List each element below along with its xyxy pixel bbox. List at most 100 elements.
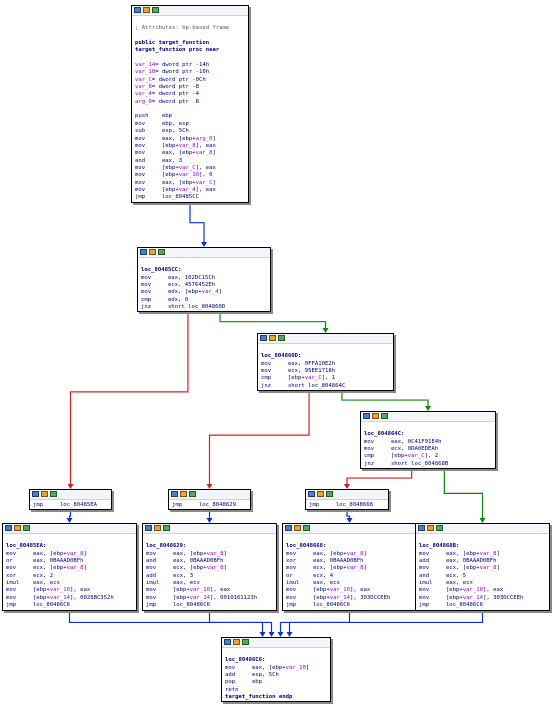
code-label[interactable]: loc_80485CC: <box>141 267 181 273</box>
block-title-bar[interactable] <box>138 248 270 258</box>
xref-icon[interactable] <box>303 525 310 531</box>
xref-icon[interactable] <box>23 525 30 531</box>
graph-icon[interactable] <box>224 639 231 645</box>
graph-icon[interactable] <box>418 525 425 531</box>
code-block-jmp-80485ea[interactable]: jmp loc_80485EA <box>29 489 112 511</box>
code-text: mov eax, 0C41F91E4h <box>364 438 442 445</box>
code-line: mov [ebp+var_14], 303DCCEEh <box>286 595 413 602</box>
graph-icon[interactable] <box>285 525 292 531</box>
graph-icon[interactable] <box>134 7 141 13</box>
block-title-bar[interactable] <box>222 638 330 648</box>
code-line: push ebp <box>135 113 245 120</box>
edit-icon[interactable] <box>427 525 434 531</box>
xref-icon[interactable] <box>152 7 159 13</box>
edge-uncond-loc_804868b-to-loc_80486c6[interactable] <box>288 610 484 634</box>
code-line: loc_80486C6: <box>225 657 327 664</box>
edit-icon[interactable] <box>233 639 240 645</box>
xref-icon[interactable] <box>326 491 333 497</box>
code-line: mov eax, [ebp+var_8] <box>286 551 413 558</box>
xref-icon[interactable] <box>189 491 196 497</box>
block-title-bar[interactable] <box>30 490 111 500</box>
graph-icon[interactable] <box>140 249 147 255</box>
edit-icon[interactable] <box>14 525 21 531</box>
code-var: var_10 <box>135 69 156 76</box>
code-line: or eax, 0BAAAD0BFh <box>6 558 133 565</box>
edit-icon[interactable] <box>180 491 187 497</box>
code-label[interactable]: loc_804860D: <box>261 353 301 359</box>
graph-icon[interactable] <box>260 335 267 341</box>
xref-icon[interactable] <box>50 491 57 497</box>
edge-uncond-loc_80485ea-to-loc_80486c6[interactable] <box>68 610 264 634</box>
code-label[interactable]: loc_8048629: <box>146 543 186 549</box>
graph-icon[interactable] <box>5 525 12 531</box>
block-title-bar[interactable] <box>258 334 393 344</box>
edge-true-loc_80485cc-to-loc_804860d[interactable] <box>219 312 327 329</box>
code-line: loc_804868B: <box>419 543 546 550</box>
block-title-bar[interactable] <box>283 524 416 534</box>
code-label[interactable]: loc_80485EA: <box>6 543 46 549</box>
xref-icon[interactable] <box>278 335 285 341</box>
block-title-bar[interactable] <box>416 524 549 534</box>
code-line: mov eax, [ebp+var_8] <box>146 551 273 558</box>
xref-icon[interactable] <box>381 413 388 419</box>
code-block-jmp-8048668[interactable]: jmp loc_8048668 <box>305 489 389 511</box>
edit-icon[interactable] <box>269 335 276 341</box>
block-title-bar[interactable] <box>143 524 276 534</box>
code-block-loc-8048668[interactable]: loc_8048668: mov eax, [ebp+var_8] xor eax,… <box>282 523 417 611</box>
code-block-loc-804868b[interactable]: loc_804868B: mov eax, [ebp+var_8] add eax,… <box>415 523 550 611</box>
code-block-loc-8048629[interactable]: loc_8048629: mov eax, [ebp+var_8] and eax,… <box>142 523 277 611</box>
code-block-loc-80485ea[interactable]: loc_80485EA: mov eax, [ebp+var_8] or eax, … <box>2 523 137 611</box>
code-block-loc-80485cc[interactable]: loc_80485CC: mov eax, 102DC15Ch mov ecx, 4… <box>137 247 271 313</box>
xref-icon[interactable] <box>242 639 249 645</box>
code-label[interactable]: loc_8048668: <box>286 543 326 549</box>
code-block-loc-804864c[interactable]: loc_804864C: mov eax, 0C41F91E4h mov ecx, … <box>360 411 496 470</box>
block-title-bar[interactable] <box>132 6 248 16</box>
edge-false-loc_80485cc-to-jmp_80485ea[interactable] <box>69 312 189 485</box>
code-block-loc-80486c6[interactable]: loc_80486C6: mov eax, [ebp+var_10] add esp… <box>221 637 331 703</box>
block-title-bar[interactable] <box>361 412 495 422</box>
edge-uncond-loc_8048668-to-loc_80486c6[interactable] <box>279 610 351 634</box>
code-text: mov eax, [ebp+ <box>135 150 196 157</box>
edge-true-loc_804860d-to-loc_804864c[interactable] <box>341 391 429 407</box>
code-label[interactable]: target_function endp <box>225 694 292 700</box>
code-label[interactable]: loc_80486C6: <box>225 657 265 663</box>
code-label[interactable]: loc_804864C: <box>364 431 404 437</box>
xref-icon[interactable] <box>158 249 165 255</box>
code-var: var_14 <box>49 594 70 601</box>
code-line: or ecx, 4 <box>286 573 413 580</box>
edit-icon[interactable] <box>149 249 156 255</box>
code-label[interactable]: target_function proc near <box>135 47 219 53</box>
code-text: add esp, 5Ch <box>225 672 279 679</box>
edge-false-loc_804864c-to-jmp_8048668[interactable] <box>346 469 413 485</box>
graph-icon[interactable] <box>308 491 315 497</box>
block-title-bar[interactable] <box>306 490 388 500</box>
edge-uncond-entry-to-loc_80485cc[interactable] <box>189 202 205 243</box>
edge-true-loc_804864c-to-loc_804868b[interactable] <box>443 469 484 519</box>
code-block-entry[interactable]: ; Attributes: bp-based frame public targe… <box>131 5 249 203</box>
block-title-bar[interactable] <box>169 490 250 500</box>
edge-uncond-jmp_80485ea-to-loc_80485ea[interactable] <box>68 510 72 519</box>
code-text: ] <box>212 150 216 157</box>
graph-icon[interactable] <box>171 491 178 497</box>
edit-icon[interactable] <box>294 525 301 531</box>
block-title-bar[interactable] <box>3 524 136 534</box>
code-text: xor ecx, 2 <box>6 572 54 579</box>
graph-icon[interactable] <box>145 525 152 531</box>
code-block-jmp-8048629[interactable]: jmp loc_8048629 <box>168 489 251 511</box>
code-block-loc-804860d[interactable]: loc_804860D: mov eax, 0FFA10E2h mov ecx, 9… <box>257 333 394 392</box>
edit-icon[interactable] <box>41 491 48 497</box>
graph-icon[interactable] <box>363 413 370 419</box>
xref-icon[interactable] <box>436 525 443 531</box>
code-label[interactable]: loc_804868B: <box>419 543 459 549</box>
edit-icon[interactable] <box>143 7 150 13</box>
edge-uncond-jmp_8048668-to-loc_8048668[interactable] <box>346 510 351 519</box>
edit-icon[interactable] <box>154 525 161 531</box>
edit-icon[interactable] <box>317 491 324 497</box>
graph-icon[interactable] <box>32 491 39 497</box>
xref-icon[interactable] <box>163 525 170 531</box>
code-label[interactable]: public target_function <box>135 40 209 46</box>
edit-icon[interactable] <box>372 413 379 419</box>
edge-false-loc_804860d-to-jmp_8048629[interactable] <box>208 391 310 485</box>
